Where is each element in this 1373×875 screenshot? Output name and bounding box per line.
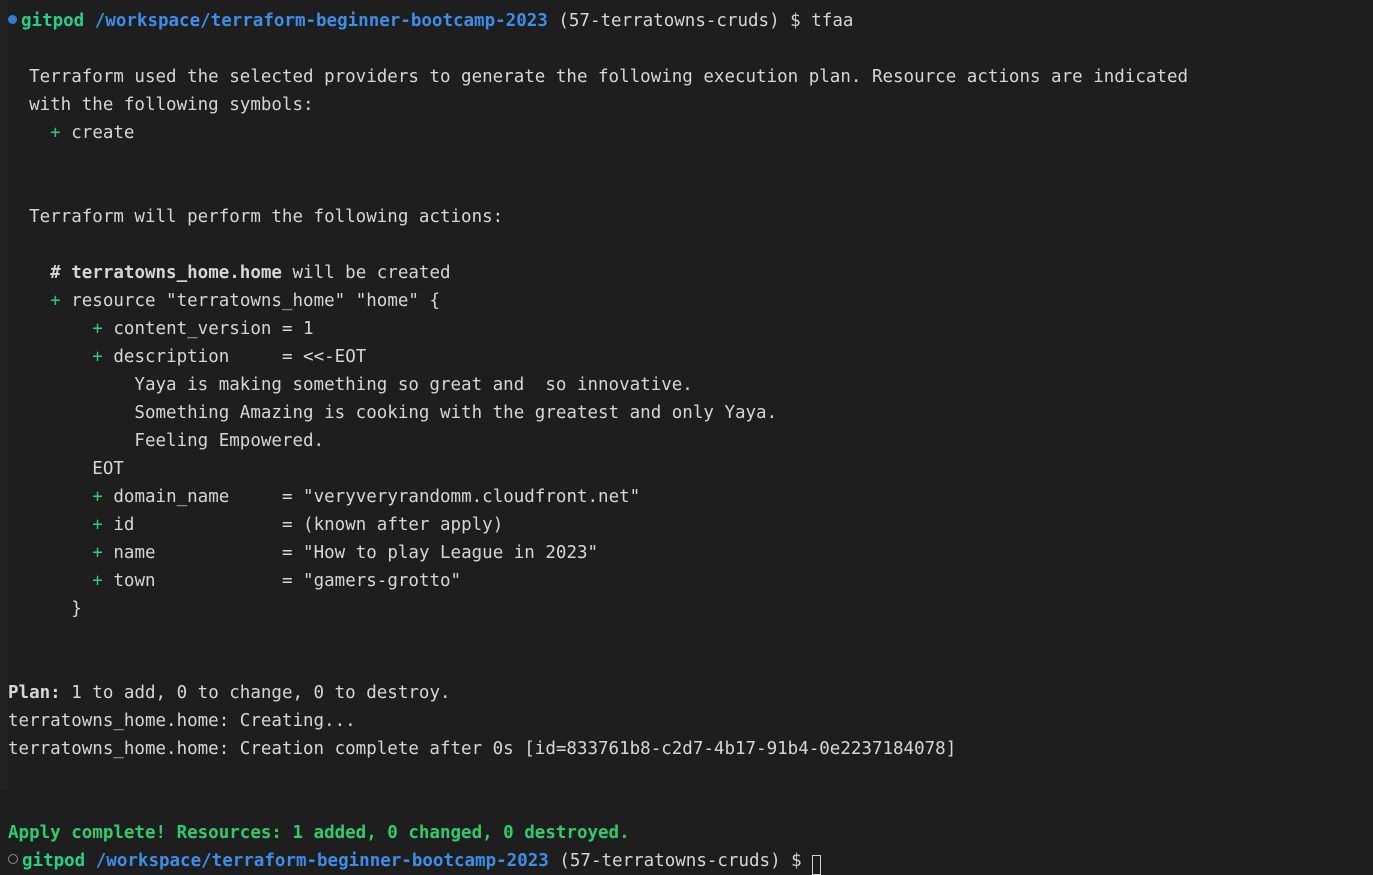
plus-icon: + — [92, 347, 103, 367]
attribute-row: + name = "How to play League in 2023" — [8, 539, 1373, 567]
legend-label: create — [71, 123, 135, 143]
attribute-value: (known after apply) — [303, 515, 504, 535]
creation-complete-line: terratowns_home.home: Creation complete … — [8, 739, 957, 759]
plan-counts: 1 to add, 0 to change, 0 to destroy. — [60, 683, 451, 703]
attribute-value: 1 — [303, 319, 314, 339]
attribute-row: + town = "gamers-grotto" — [8, 567, 1373, 595]
attribute-key: name — [113, 543, 272, 563]
prompt-sigil: $ — [790, 11, 801, 31]
creating-line: terratowns_home.home: Creating... — [8, 711, 356, 731]
attribute-key: description — [113, 347, 272, 367]
heredoc-line: Feeling Empowered. — [8, 431, 325, 451]
plan-summary-line: Plan: 1 to add, 0 to change, 0 to destro… — [8, 679, 1373, 707]
prompt-branch: (57-terratowns-cruds) — [559, 851, 781, 871]
block-cursor[interactable] — [812, 855, 822, 875]
resource-open-line: + resource "terratowns_home" "home" { — [8, 287, 1373, 315]
prompt-path: /workspace/terraform-beginner-bootcamp-2… — [95, 851, 549, 871]
output-intro-line-2: with the following symbols: — [8, 95, 314, 115]
prompt-user: gitpod — [21, 11, 85, 31]
attribute-pad: = — [271, 571, 304, 591]
attribute-pad: = — [271, 487, 304, 507]
attribute-pad: = — [271, 347, 304, 367]
hollow-circle-icon — [8, 854, 18, 864]
apply-complete-line: Apply complete! Resources: 1 added, 0 ch… — [8, 823, 630, 843]
attribute-value: "gamers-grotto" — [303, 571, 462, 591]
attribute-value: "veryveryrandomm.cloudfront.net" — [303, 487, 641, 507]
plus-icon: + — [92, 487, 103, 507]
prompt-branch: (57-terratowns-cruds) — [558, 11, 780, 31]
prompt-line-top: gitpod /workspace/terraform-beginner-boo… — [8, 7, 1373, 35]
attribute-pad: = — [271, 319, 304, 339]
attribute-pad: = — [271, 515, 304, 535]
plus-icon: + — [92, 543, 103, 563]
attribute-row: + domain_name = "veryveryrandomm.cloudfr… — [8, 483, 1373, 511]
heredoc-line: Yaya is making something so great and so… — [8, 375, 693, 395]
attribute-value: <<-EOT — [303, 347, 367, 367]
terminal-left-gutter — [0, 0, 8, 790]
resource-open-indent — [8, 291, 50, 311]
attribute-indent — [8, 487, 92, 507]
attribute-key: id — [113, 515, 272, 535]
attribute-row: + content_version = 1 — [8, 315, 1373, 343]
attribute-indent — [8, 347, 92, 367]
attribute-row: + id = (known after apply) — [8, 511, 1373, 539]
output-intro-line-1: Terraform used the selected providers to… — [8, 67, 1189, 87]
output-symbol-legend: + create — [8, 119, 1373, 147]
prompt-user: gitpod — [22, 851, 86, 871]
attribute-indent — [8, 515, 92, 535]
prompt-sigil: $ — [791, 851, 802, 871]
terminal-window[interactable]: gitpod /workspace/terraform-beginner-boo… — [0, 0, 1373, 875]
prompt-line-bottom[interactable]: gitpod /workspace/terraform-beginner-boo… — [8, 847, 1373, 875]
output-actions-header: Terraform will perform the following act… — [8, 207, 504, 227]
legend-indent — [8, 123, 50, 143]
resource-open-text: resource "terratowns_home" "home" { — [60, 291, 440, 311]
attribute-indent — [8, 543, 92, 563]
comment-indent — [8, 263, 50, 283]
plan-label: Plan: — [8, 683, 61, 703]
attribute-key: domain_name — [113, 487, 272, 507]
terminal-screen[interactable]: gitpod /workspace/terraform-beginner-boo… — [8, 0, 1373, 875]
attribute-value: "How to play League in 2023" — [303, 543, 599, 563]
attribute-indent — [8, 571, 92, 591]
plus-icon: + — [92, 515, 103, 535]
heredoc-terminator: EOT — [8, 459, 124, 479]
resource-identifier: # terratowns_home.home — [50, 263, 282, 283]
resource-comment-rest: will be created — [281, 263, 451, 283]
plus-icon: + — [50, 291, 61, 311]
heredoc-line: Something Amazing is cooking with the gr… — [8, 403, 778, 423]
attribute-key: town — [113, 571, 272, 591]
plus-icon: + — [50, 123, 61, 143]
prompt-command: tfaa — [811, 11, 854, 31]
resource-comment-line: # terratowns_home.home will be created — [8, 259, 1373, 287]
plus-icon: + — [92, 319, 103, 339]
attribute-pad: = — [271, 543, 304, 563]
filled-circle-icon — [8, 14, 17, 24]
attribute-row: + description = <<-EOT — [8, 343, 1373, 371]
attribute-indent — [8, 319, 92, 339]
resource-close-line: } — [8, 599, 82, 619]
prompt-path: /workspace/terraform-beginner-bootcamp-2… — [94, 11, 548, 31]
attribute-key: content_version — [113, 319, 272, 339]
plus-icon: + — [92, 571, 103, 591]
